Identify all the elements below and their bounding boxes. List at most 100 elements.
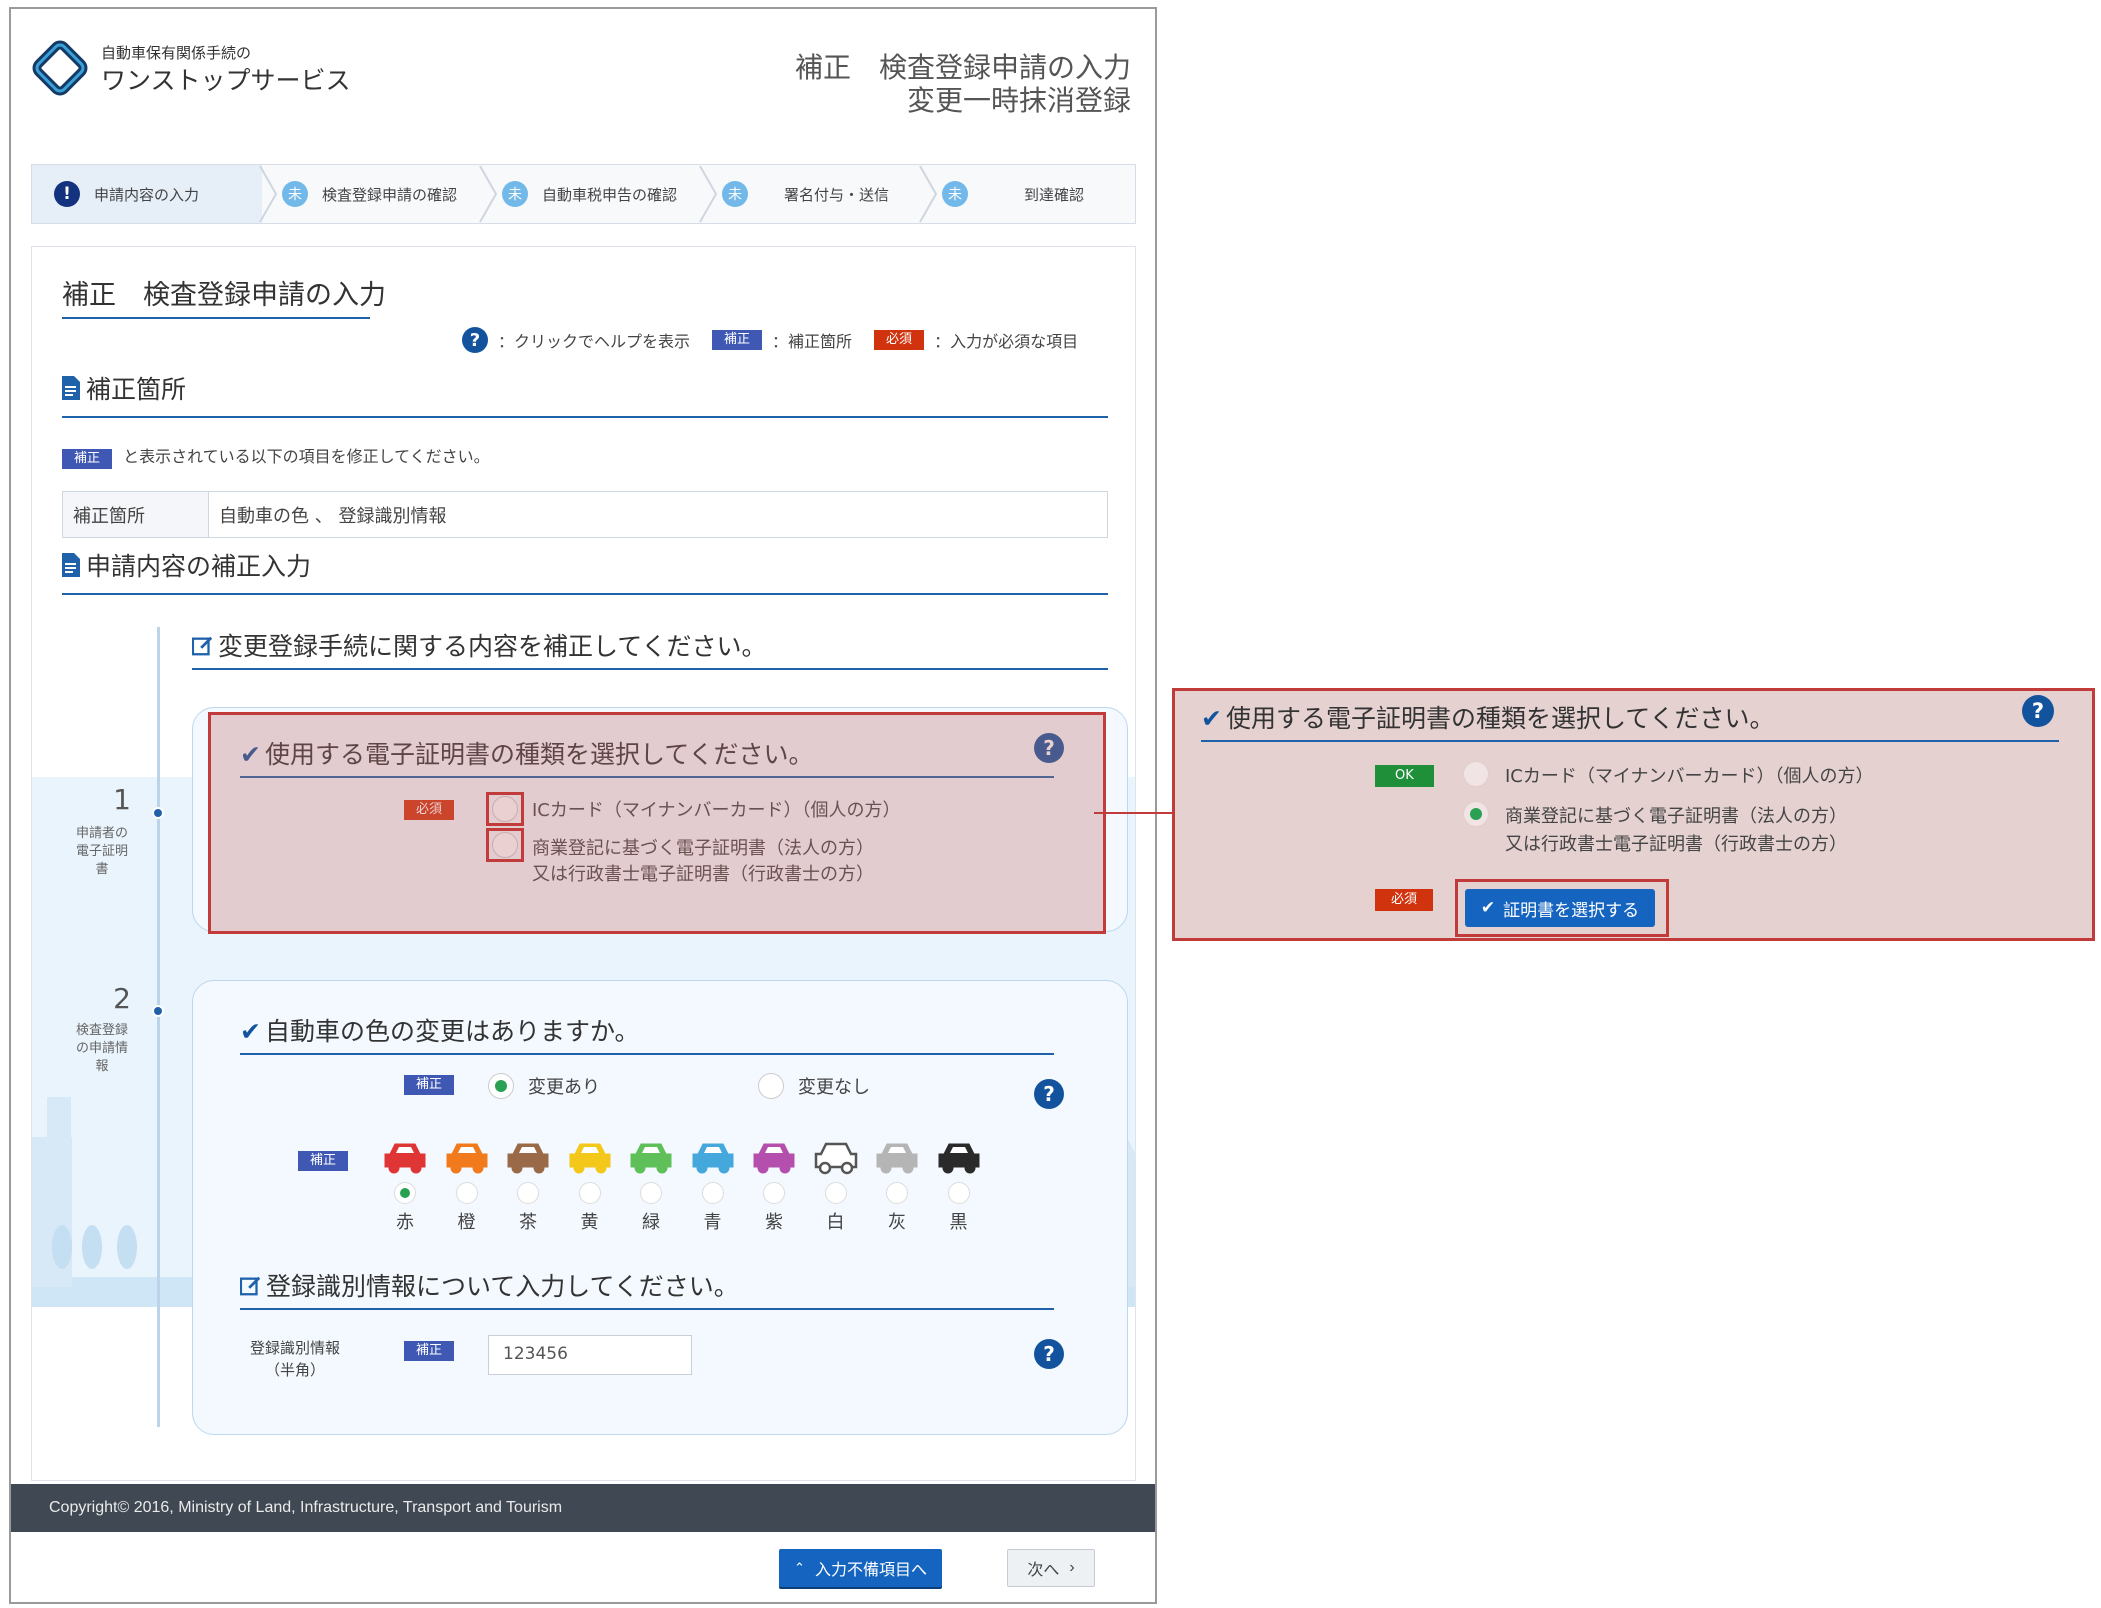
color-radio[interactable] — [701, 1182, 724, 1204]
progress-steps: ! 申請内容の入力 未 検査登録申請の確認 未 自動車税申告の確認 未 署名付与… — [31, 164, 1136, 224]
color-label: 黄 — [580, 1212, 599, 1233]
fix-note-text: と表示されている以下の項目を修正してください。 — [123, 447, 490, 466]
color-radio[interactable] — [824, 1182, 847, 1204]
registration-id-input[interactable]: 123456 — [488, 1335, 692, 1375]
car-icon[interactable] — [936, 1140, 982, 1176]
color-label: 青 — [703, 1212, 722, 1233]
logo-title: ワンストップサービス — [101, 66, 351, 95]
highlight-radio-corp — [486, 828, 524, 862]
timeline-line — [157, 627, 160, 1427]
radio-color-change-no[interactable] — [758, 1073, 784, 1099]
color-label: 紫 — [765, 1212, 783, 1233]
color-radio[interactable] — [640, 1182, 662, 1204]
title-underline — [62, 317, 370, 319]
car-icon[interactable] — [813, 1140, 859, 1176]
car-icon[interactable] — [444, 1140, 490, 1176]
ok-badge: OK — [1375, 765, 1434, 787]
radio-color-change-yes[interactable] — [488, 1073, 514, 1099]
logo-icon — [32, 40, 88, 96]
zoom-option-corporate-line2: 又は行政書士電子証明書（行政書士の方） — [1505, 834, 1847, 855]
timeline-dot — [152, 807, 164, 819]
option-color-change-no: 変更なし — [798, 1077, 870, 1098]
section-input-title-text: 申請内容の補正入力 — [86, 552, 312, 581]
registration-label-line1: 登録識別情報 — [250, 1339, 341, 1357]
registration-title: 登録識別情報について入力してください。 — [239, 1267, 739, 1303]
select-certificate-label: 証明書を選択する — [1503, 900, 1640, 920]
color-radio[interactable] — [763, 1182, 785, 1204]
zoom-question: ✔ 使用する電子証明書の種類を選択してください。 — [1201, 699, 1774, 735]
car-icon[interactable] — [567, 1140, 613, 1176]
car-icon[interactable] — [382, 1140, 428, 1176]
subsection-title-text: 変更登録手続に関する内容を補正してください。 — [218, 632, 767, 661]
item2-question: ✔ 自動車の色の変更はありますか。 — [240, 1012, 639, 1048]
color-radio[interactable] — [394, 1182, 416, 1204]
select-certificate-button[interactable]: ✔ 証明書を選択する — [1465, 889, 1655, 927]
color-radio[interactable] — [886, 1182, 908, 1204]
chevron-right-icon — [479, 165, 498, 223]
legend: ? ：クリックでヘルプを表示 補正 ：補正箇所 必須 ：入力が必須な項目 — [462, 327, 1078, 353]
step-label: 申請内容の入力 — [94, 185, 200, 204]
next-label: 次へ — [1027, 1562, 1060, 1579]
item1-side-label: 申請者の電子証明書 — [75, 826, 128, 877]
chevron-right-icon: › — [1069, 1559, 1075, 1576]
car-icon[interactable] — [505, 1140, 551, 1176]
pending-icon: 未 — [502, 181, 528, 207]
step-label: 署名付与・送信 — [784, 185, 890, 204]
step-inspection-confirm: 未 検査登録申請の確認 — [282, 165, 482, 223]
step-tax-confirm: 未 自動車税申告の確認 — [502, 165, 702, 223]
registration-label-line2: （半角） — [265, 1361, 326, 1379]
car-icon[interactable] — [751, 1140, 797, 1176]
color-label: 緑 — [642, 1212, 660, 1233]
color-label: 赤 — [396, 1212, 414, 1233]
edit-icon — [191, 636, 213, 656]
main-screen: 自動車保有関係手続の ワンストップサービス 補正 検査登録申請の入力 変更一時抹… — [9, 7, 1157, 1604]
option-color-change-yes: 変更あり — [528, 1077, 600, 1098]
check-icon: ✔ — [1201, 704, 1222, 733]
step-label: 検査登録申請の確認 — [322, 185, 458, 204]
item2-number: 2 — [113, 982, 131, 1015]
car-icon[interactable] — [874, 1140, 920, 1176]
pending-icon: 未 — [942, 181, 968, 207]
exclamation-icon: ! — [54, 181, 80, 207]
section-input-title: 申請内容の補正入力 — [62, 547, 311, 583]
zoom-option-ic-card: ICカード（マイナンバーカード）（個人の方） — [1505, 766, 1874, 787]
car-icon[interactable] — [690, 1140, 736, 1176]
color-radio[interactable] — [578, 1182, 601, 1204]
car-icon[interactable] — [628, 1140, 674, 1176]
check-icon: ✔ — [1480, 898, 1496, 917]
callout-connector — [1094, 812, 1174, 814]
color-label: 灰 — [888, 1212, 906, 1233]
help-icon[interactable]: ? — [1034, 1079, 1064, 1109]
fix-table-key: 補正箇所 — [62, 491, 209, 538]
next-button[interactable]: 次へ › — [1007, 1549, 1095, 1587]
color-radio[interactable] — [947, 1182, 970, 1204]
chevron-right-icon — [699, 165, 718, 223]
pending-icon: 未 — [722, 181, 748, 207]
color-label: 白 — [826, 1212, 845, 1233]
jump-to-incomplete-button[interactable]: ⌃ 入力不備項目へ — [779, 1549, 942, 1587]
radio-ic-card[interactable] — [1463, 761, 1489, 787]
hosei-badge: 補正 — [404, 1341, 455, 1361]
help-icon[interactable]: ? — [2022, 695, 2054, 727]
hosei-badge: 補正 — [712, 330, 763, 350]
zoom-underline — [1201, 740, 2059, 742]
item2-question-text: 自動車の色の変更はありますか。 — [264, 1017, 640, 1046]
help-icon[interactable]: ? — [1034, 1339, 1064, 1369]
chevron-up-icon: ⌃ — [794, 1560, 805, 1575]
help-icon[interactable]: ? — [462, 327, 488, 353]
color-radio[interactable] — [455, 1182, 478, 1204]
pending-icon: 未 — [282, 181, 308, 207]
section-fix-underline — [62, 416, 1108, 418]
fix-table-value: 自動車の色 、 登録識別情報 — [208, 491, 1108, 538]
radio-corporate-cert[interactable] — [1463, 801, 1489, 827]
zoom-question-text: 使用する電子証明書の種類を選択してください。 — [1225, 704, 1775, 733]
footer: Copyright© 2016, Ministry of Land, Infra… — [11, 1484, 1155, 1532]
fix-table: 補正箇所 自動車の色 、 登録識別情報 — [62, 491, 1108, 538]
step-label: 到達確認 — [1024, 185, 1085, 204]
legend-help-text: ：クリックでヘルプを表示 — [498, 332, 691, 351]
jump-to-incomplete-label: 入力不備項目へ — [814, 1562, 927, 1579]
color-label: 橙 — [457, 1212, 476, 1233]
logo-subtitle: 自動車保有関係手続の — [101, 44, 252, 62]
color-radio[interactable] — [517, 1182, 539, 1204]
zoom-callout: ✔ 使用する電子証明書の種類を選択してください。 ? OK ICカード（マイナンバ… — [1172, 688, 2095, 941]
